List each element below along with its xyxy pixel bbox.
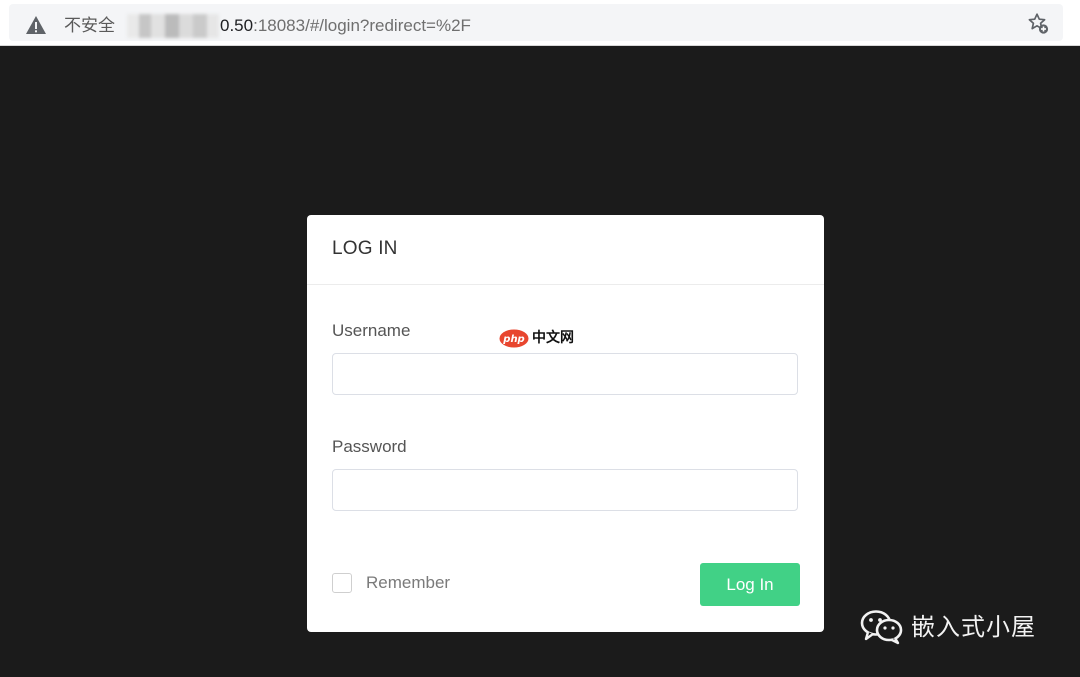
bookmark-star-icon[interactable] [1026, 11, 1050, 35]
login-card-header: LOG IN [307, 215, 824, 285]
remember-checkbox[interactable] [332, 573, 352, 593]
url-host-tail: 0.50 [220, 16, 254, 35]
password-input[interactable] [332, 469, 798, 511]
toolbar-divider [0, 45, 1080, 46]
password-label: Password [332, 437, 407, 456]
php-cn-watermark: 中文网 [532, 330, 574, 346]
blurred-url-host [127, 14, 219, 38]
url-path: :18083/#/login?redirect=%2F [253, 16, 471, 35]
not-secure-label[interactable]: 不安全 [64, 16, 115, 36]
page-root: 不安全 0.50:18083/#/login?redirect=%2F LOG … [0, 0, 1080, 677]
username-label: Username [332, 321, 411, 340]
browser-toolbar: 不安全 0.50:18083/#/login?redirect=%2F [0, 0, 1080, 46]
address-bar[interactable]: 不安全 0.50:18083/#/login?redirect=%2F [9, 4, 1063, 41]
php-logo-text: php [502, 334, 524, 345]
php-logo-icon: php [499, 329, 529, 348]
remember-label[interactable]: Remember [366, 573, 450, 593]
warning-icon[interactable] [25, 14, 47, 36]
username-input[interactable] [332, 353, 798, 395]
login-card: LOG IN Username Password Remember Log In [307, 215, 824, 632]
wechat-account-watermark: 嵌入式小屋 [911, 613, 1036, 641]
login-title: LOG IN [332, 238, 398, 259]
login-button[interactable]: Log In [700, 563, 800, 606]
url-text[interactable]: 0.50:18083/#/login?redirect=%2F [220, 16, 471, 36]
wechat-icon [860, 610, 903, 645]
